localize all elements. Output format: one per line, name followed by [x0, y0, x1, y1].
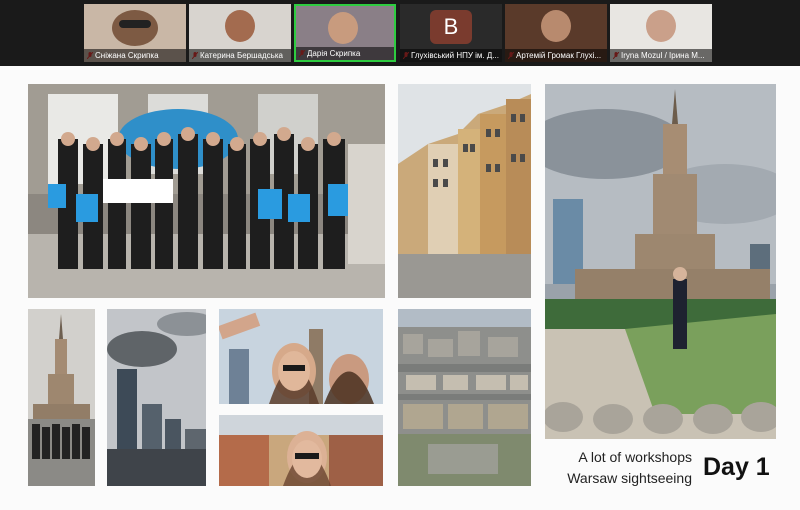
skyline-photo: [107, 309, 206, 486]
avatar: [541, 10, 571, 42]
participant-tile[interactable]: Сніжана Скрипка: [84, 4, 186, 62]
participant-name: Глухівський НПУ ім. Д...: [400, 49, 502, 62]
participant-tile[interactable]: Катерина Бершадська: [189, 4, 291, 62]
participant-tile[interactable]: Iryna Mozul / Ірина М...: [610, 4, 712, 62]
shared-slide: A lot of workshops Warsaw sightseeing Da…: [0, 66, 800, 510]
participant-tile[interactable]: Артемій Громак Глухі...: [505, 4, 607, 62]
participant-initial-avatar: B: [430, 10, 472, 44]
aerial-view-photo: [398, 309, 531, 486]
old-town-street-photo: [398, 84, 531, 298]
palace-of-culture-photo: [545, 84, 776, 439]
slide-caption-workshops: A lot of workshops: [578, 449, 692, 465]
slide-day-title: Day 1: [703, 453, 770, 481]
avatar: [328, 12, 358, 44]
slide-caption-sightseeing: Warsaw sightseeing: [567, 470, 692, 486]
palace-group-photo: [28, 309, 95, 486]
selfie-photo: [219, 309, 383, 404]
avatar: [646, 10, 676, 42]
glasses-shape: [119, 20, 151, 28]
participant-name: Катерина Бершадська: [189, 49, 291, 62]
avatar: [112, 10, 158, 46]
group-photo: [28, 84, 385, 298]
participant-name: Iryna Mozul / Ірина М...: [610, 49, 712, 62]
participant-tile[interactable]: B Глухівський НПУ ім. Д...: [400, 4, 502, 62]
participant-name: Дарія Скрипка: [296, 47, 394, 60]
participant-strip: Сніжана Скрипка Катерина Бершадська Дарі…: [0, 0, 800, 66]
participant-tile-active-speaker[interactable]: Дарія Скрипка: [294, 4, 396, 62]
participant-name: Артемій Громак Глухі...: [505, 49, 607, 62]
avatar: [225, 10, 255, 42]
participant-name: Сніжана Скрипка: [84, 49, 186, 62]
selfie-old-town-photo: [219, 415, 383, 486]
